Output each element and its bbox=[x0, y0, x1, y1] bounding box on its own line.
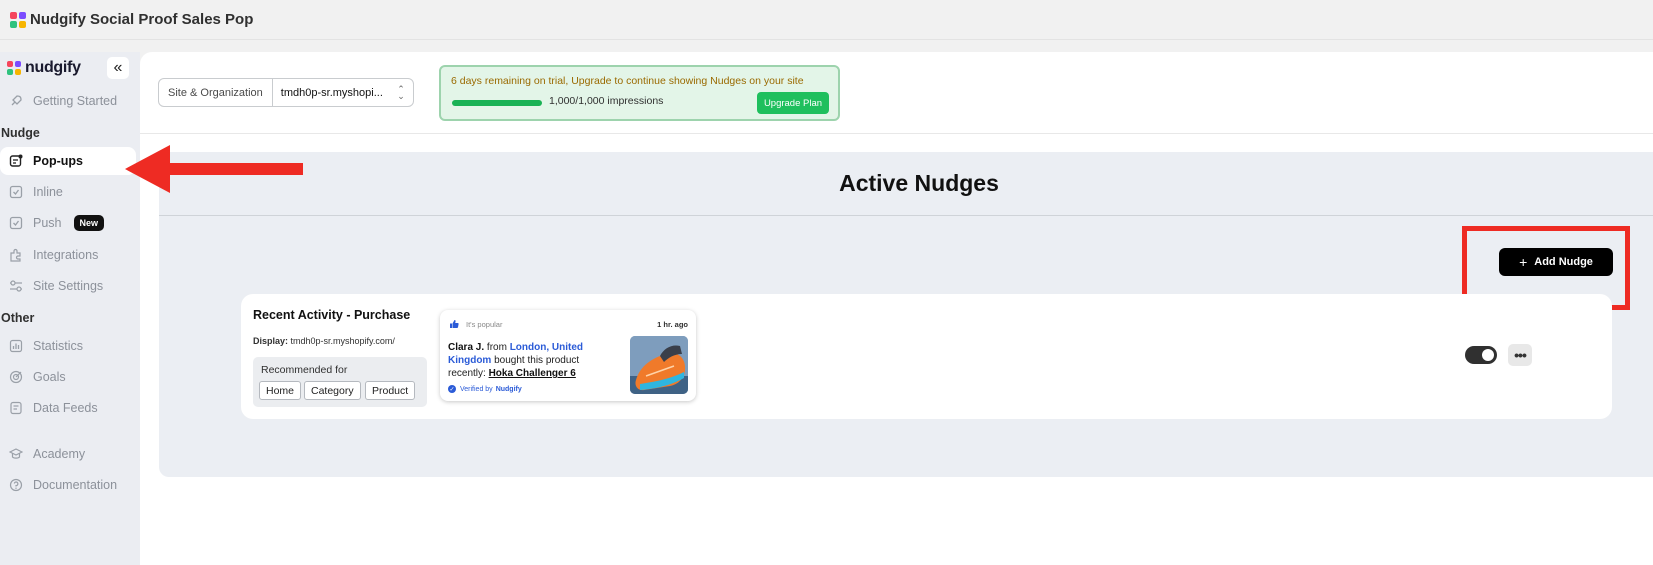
sidebar-item-label: Getting Started bbox=[33, 94, 118, 108]
verified-brand: Nudgify bbox=[495, 385, 522, 393]
new-badge: New bbox=[73, 215, 105, 231]
top-bar: Site & Organization tmdh0p-sr.myshopi...… bbox=[140, 52, 1653, 134]
chart-icon bbox=[8, 338, 24, 354]
more-options-button[interactable]: ••• bbox=[1508, 344, 1532, 366]
display-value: tmdh0p-sr.myshopify.com/ bbox=[290, 336, 395, 346]
sidebar-item-inline[interactable]: Inline bbox=[0, 178, 136, 206]
tag-category: Category bbox=[304, 381, 361, 400]
section-nudge: Nudge bbox=[1, 126, 40, 140]
section-other: Other bbox=[1, 311, 35, 325]
sidebar-item-pop-ups[interactable]: Pop-ups bbox=[0, 147, 136, 175]
thumbs-up-icon bbox=[450, 320, 459, 328]
double-chevron-left-icon: « bbox=[113, 59, 123, 76]
sidebar-item-data-feeds[interactable]: Data Feeds bbox=[0, 394, 136, 422]
trial-message: 6 days remaining on trial, Upgrade to co… bbox=[451, 75, 804, 87]
impressions-count: 1,000/1,000 impressions bbox=[549, 95, 664, 107]
ellipsis-icon: ••• bbox=[1514, 347, 1527, 363]
sidebar-item-site-settings[interactable]: Site Settings bbox=[0, 272, 136, 300]
sidebar-item-academy[interactable]: Academy bbox=[0, 440, 136, 468]
sidebar-item-label: Site Settings bbox=[33, 279, 104, 293]
nudge-preview: It's popular 1 hr. ago Clara J. from Lon… bbox=[440, 310, 696, 401]
sidebar-item-push[interactable]: Push New bbox=[0, 209, 136, 237]
site-selector-label: Site & Organization bbox=[159, 79, 273, 106]
push-icon bbox=[8, 215, 24, 231]
brand-logo[interactable]: nudgify bbox=[7, 59, 81, 77]
sidebar-item-label: Pop-ups bbox=[33, 154, 83, 168]
tag-home: Home bbox=[259, 381, 302, 400]
app-title: Nudgify Social Proof Sales Pop bbox=[30, 11, 254, 28]
site-organization-selector[interactable]: Site & Organization tmdh0p-sr.myshopi...… bbox=[158, 78, 414, 107]
verified-prefix: Verified by bbox=[460, 385, 493, 393]
nudgify-logo-icon bbox=[7, 60, 22, 76]
sidebar-item-goals[interactable]: Goals bbox=[0, 363, 136, 391]
sidebar-item-label: Data Feeds bbox=[33, 401, 98, 415]
app-logo-icon bbox=[10, 11, 26, 28]
sliders-icon bbox=[8, 278, 24, 294]
active-nudges-panel: Active Nudges + Add Nudge Recent Activit… bbox=[159, 152, 1653, 477]
sidebar-item-getting-started[interactable]: Getting Started bbox=[0, 87, 136, 115]
sidebar-item-label: Push bbox=[33, 216, 62, 230]
verified-check-icon: ✓ bbox=[448, 385, 456, 393]
nudge-display: Display: tmdh0p-sr.myshopify.com/ bbox=[253, 336, 395, 346]
sidebar-item-label: Academy bbox=[33, 447, 86, 461]
sidebar-item-label: Statistics bbox=[33, 339, 84, 353]
from-text: from bbox=[486, 342, 507, 353]
sidebar-item-integrations[interactable]: Integrations bbox=[0, 241, 136, 269]
trial-banner: 6 days remaining on trial, Upgrade to co… bbox=[439, 65, 840, 121]
rocket-icon bbox=[8, 93, 24, 109]
puzzle-icon bbox=[8, 247, 24, 263]
nudge-enabled-toggle[interactable] bbox=[1465, 346, 1497, 364]
sidebar-item-label: Goals bbox=[33, 370, 66, 384]
sidebar-item-label: Documentation bbox=[33, 478, 118, 492]
annotation-arrow bbox=[125, 145, 303, 193]
brand-name: nudgify bbox=[25, 59, 81, 76]
sidebar-item-statistics[interactable]: Statistics bbox=[0, 332, 136, 360]
upgrade-plan-button[interactable]: Upgrade Plan bbox=[757, 92, 829, 114]
data-feed-icon bbox=[8, 400, 24, 416]
collapse-sidebar-button[interactable]: « bbox=[107, 57, 129, 79]
app-title-bar: Nudgify Social Proof Sales Pop bbox=[0, 0, 1653, 40]
help-circle-icon bbox=[8, 477, 24, 493]
main-panel: Site & Organization tmdh0p-sr.myshopi...… bbox=[140, 52, 1653, 565]
toggle-knob bbox=[1482, 349, 1494, 361]
sidebar-item-label: Integrations bbox=[33, 248, 99, 262]
page-title: Active Nudges bbox=[839, 170, 999, 196]
customer-name: Clara J. bbox=[448, 342, 485, 353]
active-nudges-header: Active Nudges bbox=[159, 152, 1653, 216]
tag-product: Product bbox=[365, 381, 416, 400]
nudge-title: Recent Activity - Purchase bbox=[253, 308, 411, 322]
popup-icon bbox=[8, 153, 24, 169]
display-label: Display: bbox=[253, 336, 289, 346]
site-selector-value[interactable]: tmdh0p-sr.myshopi... ⌃ ⌄ bbox=[273, 79, 413, 106]
sidebar: nudgify « Getting Started Nudge Pop-ups … bbox=[0, 52, 140, 565]
verified-badge: ✓ Verified by Nudgify bbox=[448, 385, 522, 393]
sidebar-item-documentation[interactable]: Documentation bbox=[0, 471, 136, 499]
inline-icon bbox=[8, 184, 24, 200]
recommended-for-box: Recommended for Home Category Product bbox=[253, 357, 427, 407]
product-image bbox=[630, 336, 688, 394]
nudge-card: Recent Activity - Purchase Display: tmdh… bbox=[241, 294, 1612, 419]
product-name: Hoka Challenger 6 bbox=[488, 368, 576, 379]
popular-label: It's popular bbox=[466, 320, 503, 329]
time-ago: 1 hr. ago bbox=[657, 320, 688, 329]
graduation-cap-icon bbox=[8, 446, 24, 462]
impressions-progress-bar bbox=[452, 100, 542, 106]
chevron-up-down-icon: ⌃ ⌄ bbox=[397, 83, 405, 101]
sidebar-item-label: Inline bbox=[33, 185, 63, 199]
site-selector-text: tmdh0p-sr.myshopi... bbox=[280, 86, 383, 99]
preview-message: Clara J. from London, United Kingdom bou… bbox=[448, 341, 616, 380]
recommended-label: Recommended for bbox=[261, 364, 348, 376]
target-icon bbox=[8, 369, 24, 385]
